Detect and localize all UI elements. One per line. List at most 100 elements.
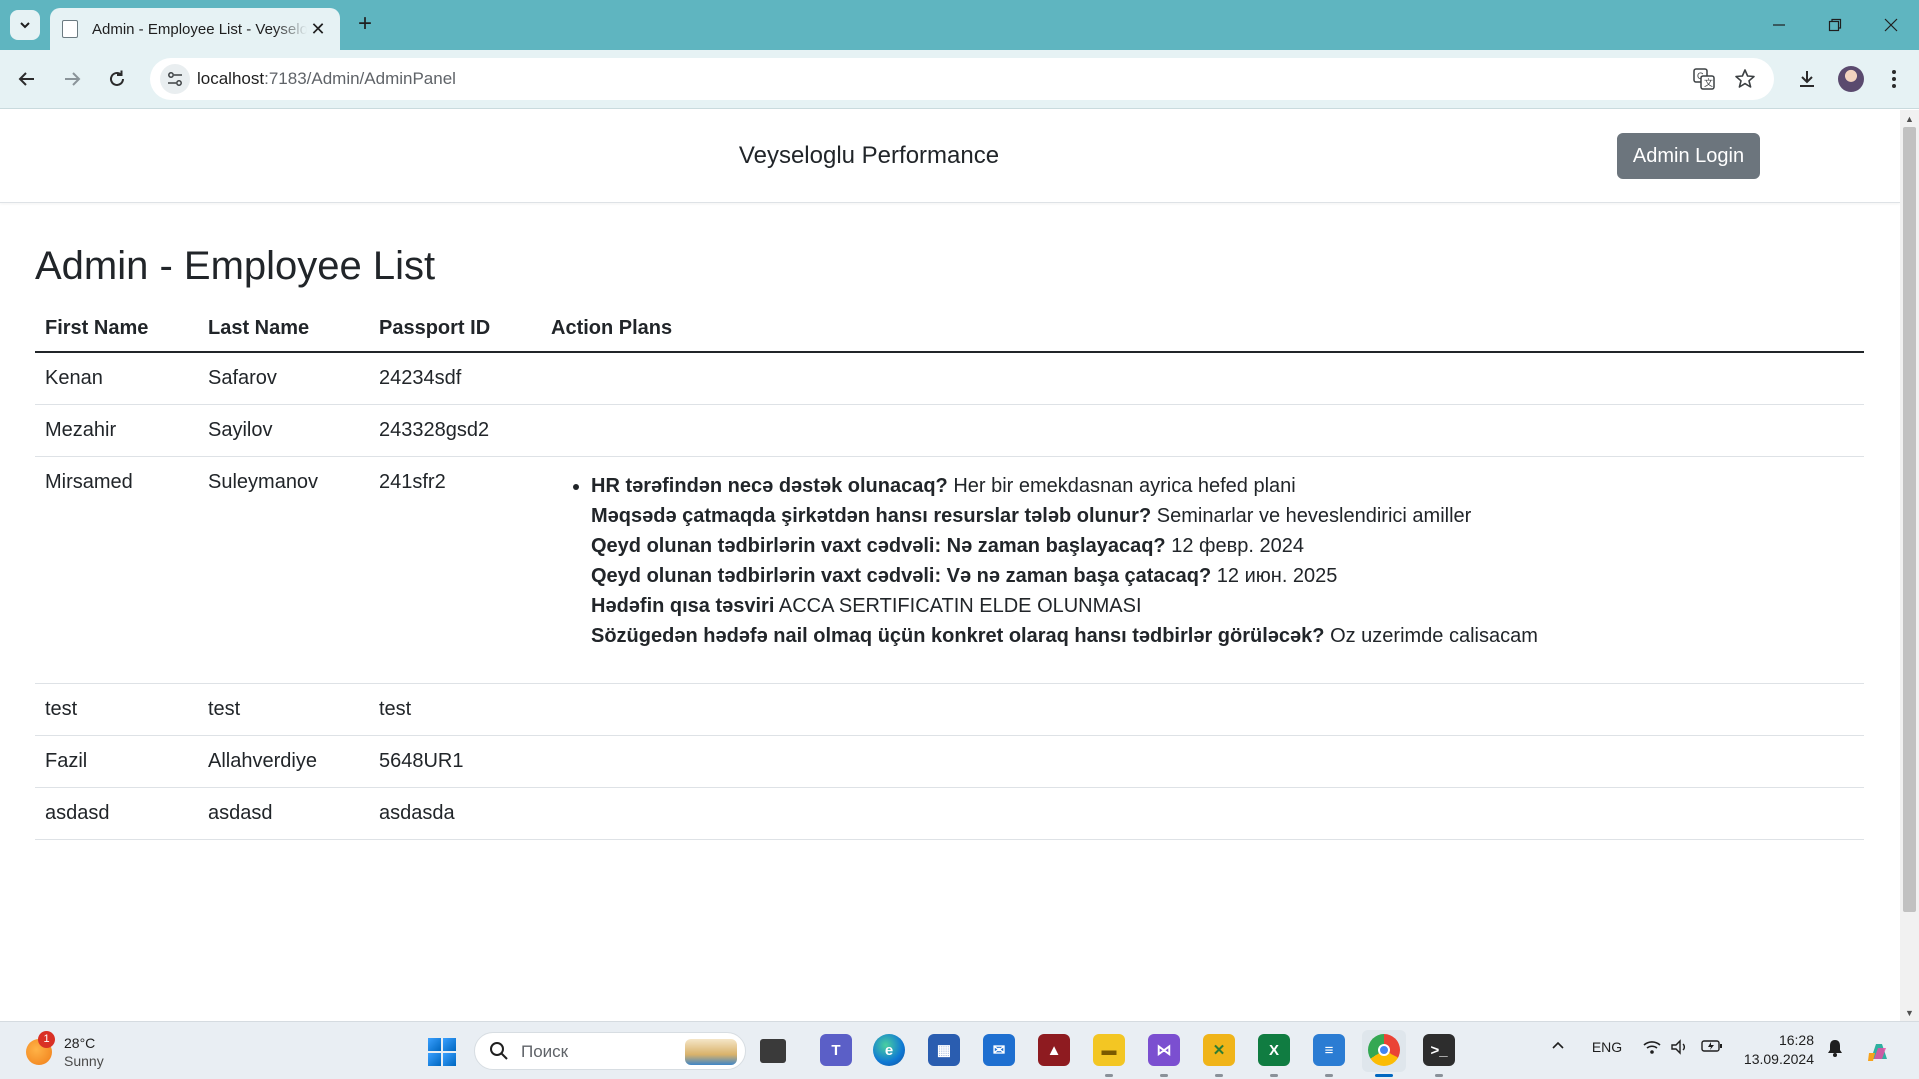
restore-icon (1828, 18, 1842, 32)
reload-icon (110, 70, 124, 86)
scroll-down-arrow-icon[interactable]: ▼ (1900, 1004, 1919, 1021)
downloads-icon[interactable] (1791, 63, 1823, 95)
edge-icon[interactable]: e (873, 1034, 905, 1066)
excel-icon[interactable]: X (1258, 1034, 1290, 1066)
bookmark-star-icon[interactable] (1733, 67, 1757, 91)
system-clock[interactable]: 16:28 13.09.2024 (1740, 1031, 1814, 1069)
plan-line-support: HR tərəfindən necə dəstək olunacaq? Her … (591, 471, 1854, 501)
running-indicator (1105, 1074, 1113, 1077)
file-explorer-icon[interactable]: ▬ (1093, 1034, 1125, 1066)
cell-first-name: test (35, 683, 198, 736)
site-info-button[interactable] (160, 64, 190, 94)
page-scrollbar[interactable]: ▲ ▼ (1900, 110, 1919, 1021)
plan-answer: Her bir emekdasnan ayrica hefed plani (953, 475, 1296, 497)
plan-answer: Seminarlar ve heveslendirici amiller (1156, 505, 1472, 527)
back-button[interactable] (11, 63, 43, 95)
tab-search-button[interactable] (10, 10, 40, 40)
plan-answer: 12 июн. 2025 (1216, 565, 1338, 587)
terminal-icon[interactable]: >_ (1423, 1034, 1455, 1066)
action-plan-item: HR tərəfindən necə dəstək olunacaq? Her … (591, 471, 1854, 651)
running-indicator (1215, 1074, 1223, 1077)
table-header-row: First Name Last Name Passport ID Action … (35, 303, 1864, 353)
new-tab-button[interactable]: + (352, 12, 378, 38)
cell-first-name: Kenan (35, 352, 198, 405)
mail-icon[interactable]: ✉ (983, 1034, 1015, 1066)
running-indicator (1160, 1074, 1168, 1077)
url-text[interactable]: localhost:7183/Admin/AdminPanel (197, 69, 456, 89)
plan-question: HR tərəfindən necə dəstək olunacaq? (591, 475, 948, 497)
notification-badge: 1 (38, 1031, 55, 1048)
active-indicator (1375, 1074, 1393, 1077)
wifi-icon[interactable] (1640, 1039, 1664, 1055)
weather-widget[interactable]: 1 28°C Sunny (26, 1031, 146, 1071)
chrome-icon[interactable] (1368, 1034, 1400, 1066)
scroll-up-arrow-icon[interactable]: ▲ (1900, 110, 1919, 127)
cell-first-name: Mezahir (35, 404, 198, 457)
start-button[interactable] (428, 1038, 456, 1066)
site-navbar: Veyseloglu Performance Admin Login (0, 110, 1900, 203)
clock-date: 13.09.2024 (1743, 1051, 1814, 1067)
store-icon[interactable]: ▦ (928, 1034, 960, 1066)
sql-server-icon[interactable]: ▲ (1038, 1034, 1070, 1066)
address-bar[interactable]: localhost:7183/Admin/AdminPanel G文 (150, 58, 1774, 100)
tab-close-icon[interactable]: ✕ (308, 19, 328, 40)
close-window-button[interactable] (1863, 0, 1919, 50)
url-host: localhost (197, 69, 265, 88)
forward-button[interactable] (56, 63, 88, 95)
site-brand[interactable]: Veyseloglu Performance (0, 142, 1738, 170)
window-controls (1751, 0, 1919, 50)
copilot-icon[interactable] (1864, 1039, 1894, 1065)
minimize-button[interactable] (1751, 0, 1807, 50)
cell-passport-id: 24234sdf (369, 352, 541, 405)
cell-last-name: test (198, 683, 369, 736)
taskbar-search[interactable]: Поиск (474, 1032, 746, 1070)
cell-first-name: Mirsamed (35, 456, 198, 684)
teams-icon[interactable]: T (820, 1034, 852, 1066)
profile-avatar[interactable] (1835, 63, 1867, 95)
chevron-up-icon (1552, 1041, 1564, 1049)
cell-action-plans (541, 683, 1864, 736)
column-header-action-plans: Action Plans (541, 303, 1864, 353)
cell-last-name: Allahverdiye (198, 735, 369, 788)
table-row: Fazil Allahverdiye 5648UR1 (35, 735, 1864, 788)
cell-passport-id: 5648UR1 (369, 735, 541, 788)
plan-line-measures: Sözügedən hədəfə nail olmaq üçün konkret… (591, 621, 1854, 651)
running-indicator (1270, 1074, 1278, 1077)
chevron-down-icon (20, 22, 30, 29)
xampp-icon[interactable]: ✕ (1203, 1034, 1235, 1066)
browser-tab-active[interactable]: Admin - Employee List - Veyseloglu Perfo… (50, 8, 340, 50)
windows-logo-icon (428, 1038, 441, 1051)
plan-answer: Oz uzerimde calisacam (1330, 625, 1538, 647)
windows-logo-icon (443, 1053, 456, 1066)
scrollbar-thumb[interactable] (1903, 127, 1916, 912)
cell-passport-id: asdasda (369, 787, 541, 840)
task-view-icon[interactable] (760, 1039, 786, 1063)
cell-action-plans (541, 404, 1864, 457)
visual-studio-icon[interactable]: ⋈ (1148, 1034, 1180, 1066)
admin-login-button[interactable]: Admin Login (1617, 133, 1760, 179)
notification-bell-icon[interactable] (1824, 1039, 1846, 1057)
search-placeholder: Поиск (521, 1042, 569, 1061)
show-hidden-icons-button[interactable] (1548, 1039, 1568, 1053)
weather-condition: Sunny (64, 1053, 104, 1069)
notepad-icon[interactable]: ≡ (1313, 1034, 1345, 1066)
cell-last-name: Sayilov (198, 404, 369, 457)
employee-table: First Name Last Name Passport ID Action … (35, 303, 1864, 840)
plan-answer: 12 февр. 2024 (1171, 535, 1304, 557)
plan-question: Məqsədə çatmaqda şirkətdən hansı resursl… (591, 505, 1152, 527)
table-row: Mirsamed Suleymanov 241sfr2 HR tərəfində… (35, 456, 1864, 684)
reload-button[interactable] (101, 63, 133, 95)
translate-icon[interactable]: G文 (1692, 67, 1716, 91)
clock-time: 16:28 (1778, 1032, 1814, 1048)
windows-logo-icon (443, 1038, 456, 1051)
input-language[interactable]: ENG (1590, 1039, 1624, 1055)
table-row: Mezahir Sayilov 243328gsd2 (35, 404, 1864, 457)
page-viewport: Veyseloglu Performance Admin Login Admin… (0, 110, 1900, 1021)
volume-icon[interactable] (1668, 1039, 1692, 1055)
browser-menu-icon[interactable] (1878, 63, 1910, 95)
column-header-last-name: Last Name (198, 303, 369, 353)
battery-icon[interactable] (1699, 1039, 1725, 1053)
close-icon (1884, 18, 1898, 32)
restore-button[interactable] (1807, 0, 1863, 50)
plan-question: Qeyd olunan tədbirlərin vaxt cədvəli: Nə… (591, 535, 1166, 557)
